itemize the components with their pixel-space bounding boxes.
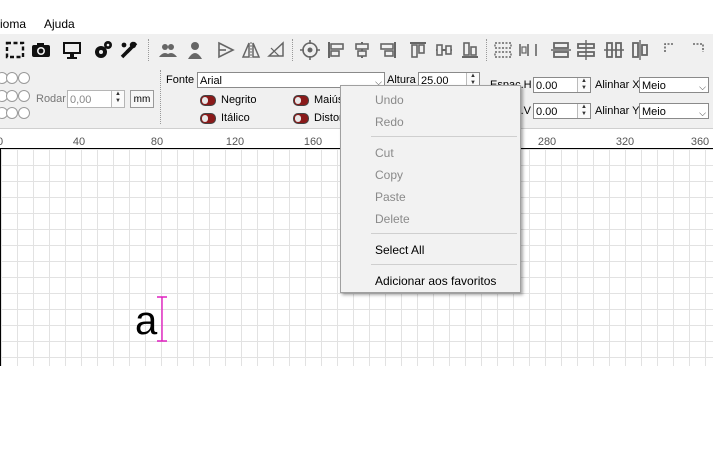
target-icon[interactable] <box>299 38 321 62</box>
align-center-icon[interactable] <box>351 38 373 62</box>
align-top-icon[interactable] <box>407 38 429 62</box>
space-equal-icon[interactable] <box>603 38 625 62</box>
menu-separator <box>371 264 517 265</box>
rotate-input[interactable]: 0,00 ▲ ▼ <box>67 90 125 108</box>
toolbar-separator <box>160 70 162 124</box>
main-toolbar <box>0 34 713 67</box>
spacing-h-value: 0.00 <box>536 80 558 92</box>
ruler-tick-label: 80 <box>150 136 164 148</box>
select-rect-icon[interactable] <box>4 38 26 62</box>
align-x-combobox[interactable]: Meio ⌵ <box>639 77 709 93</box>
canvas-text-object[interactable]: a <box>135 301 157 341</box>
align-x-label: Alinhar X <box>595 79 640 91</box>
ruler-tick-label: 120 <box>225 136 245 148</box>
rotate-spinner[interactable]: ▲ ▼ <box>111 91 124 107</box>
gears-icon[interactable] <box>92 38 114 62</box>
anchor-radio[interactable] <box>18 72 30 84</box>
italic-label: Itálico <box>221 112 250 124</box>
rotate-icon[interactable] <box>266 38 288 62</box>
anchor-radio[interactable] <box>6 72 18 84</box>
align-y-combobox[interactable]: Meio ⌵ <box>639 103 709 119</box>
ruler-tick-label: 360 <box>690 136 710 148</box>
bold-toggle[interactable] <box>200 95 216 106</box>
menu-item-cut[interactable]: Cut <box>375 146 394 160</box>
distort-toggle[interactable] <box>293 113 309 124</box>
menu-separator <box>371 233 517 234</box>
distribute-v-icon[interactable] <box>517 38 539 62</box>
toolbar-separator <box>292 39 294 61</box>
space-h-icon[interactable] <box>550 38 572 62</box>
menu-item-undo[interactable]: Undo <box>375 93 404 107</box>
align-bottom-icon[interactable] <box>459 38 481 62</box>
spacing-h-spinner[interactable]: ▲ ▼ <box>577 78 590 92</box>
align-right-icon[interactable] <box>377 38 399 62</box>
space-v-icon[interactable] <box>575 38 597 62</box>
ruler-tick-label: 0 <box>0 136 3 148</box>
uppercase-label: Maiús <box>314 94 344 106</box>
uppercase-toggle[interactable] <box>293 95 309 106</box>
menu-separator <box>371 136 517 137</box>
menu-item-add-favorites[interactable]: Adicionar aos favoritos <box>375 274 496 288</box>
bold-label: Negrito <box>221 94 257 106</box>
distort-label: Distor <box>314 112 343 124</box>
corner-tr-icon[interactable] <box>688 38 710 62</box>
ruler-tick-label: 320 <box>615 136 635 148</box>
menu-ajuda[interactable]: Ajuda <box>44 17 75 31</box>
user-icon[interactable] <box>184 38 206 62</box>
menu-item-redo[interactable]: Redo <box>375 115 404 129</box>
align-left-icon[interactable] <box>325 38 347 62</box>
camera-icon[interactable] <box>30 38 52 62</box>
chevron-down-icon: ⌵ <box>699 108 706 118</box>
ruler-tick-label: 280 <box>537 136 557 148</box>
corner-tl-icon[interactable] <box>660 38 682 62</box>
unit-button[interactable]: mm <box>130 90 154 108</box>
menu-item-copy[interactable]: Copy <box>375 168 403 182</box>
toolbar-separator <box>486 39 488 61</box>
space-equal-v-icon[interactable] <box>629 38 651 62</box>
ruler-tick-label: 40 <box>72 136 86 148</box>
menu-item-paste[interactable]: Paste <box>375 190 406 204</box>
anchor-radio[interactable] <box>6 90 18 102</box>
mirror-icon[interactable] <box>240 38 262 62</box>
spacing-v-value: 0.00 <box>536 106 558 118</box>
menu-item-select-all[interactable]: Select All <box>375 243 424 257</box>
font-value: Arial <box>200 75 223 87</box>
menu-item-delete[interactable]: Delete <box>375 212 410 226</box>
font-label: Fonte <box>166 74 195 86</box>
distribute-h-icon[interactable] <box>492 38 514 62</box>
wrench-icon[interactable] <box>118 38 140 62</box>
anchor-radio[interactable] <box>18 107 30 119</box>
ruler-tick-label: 160 <box>303 136 323 148</box>
spacing-h-input[interactable]: 0.00 ▲ ▼ <box>533 77 591 93</box>
context-menu: Undo Redo Cut Copy Paste Delete Select A… <box>340 85 521 293</box>
align-y-label: Alinhar Y <box>595 105 640 117</box>
anchor-radio[interactable] <box>18 90 30 102</box>
anchor-radio[interactable] <box>6 107 18 119</box>
align-x-value: Meio <box>642 80 666 92</box>
monitor-icon[interactable] <box>61 38 83 62</box>
text-cursor-icon <box>157 296 167 342</box>
italic-toggle[interactable] <box>200 113 216 124</box>
users-icon[interactable] <box>157 38 179 62</box>
chevron-down-icon: ⌵ <box>699 82 706 92</box>
menu-idioma[interactable]: ioma <box>0 17 26 31</box>
flip-h-icon[interactable] <box>215 38 237 62</box>
menubar: ioma Ajuda <box>0 14 713 34</box>
align-middle-icon[interactable] <box>433 38 455 62</box>
spacing-v-spinner[interactable]: ▲ ▼ <box>577 104 590 118</box>
rotate-label: Rodar <box>36 93 66 105</box>
toolbar-separator <box>148 39 150 61</box>
rotate-value: 0,00 <box>70 94 92 106</box>
spacing-v-input[interactable]: 0.00 ▲ ▼ <box>533 103 591 119</box>
align-y-value: Meio <box>642 106 666 118</box>
